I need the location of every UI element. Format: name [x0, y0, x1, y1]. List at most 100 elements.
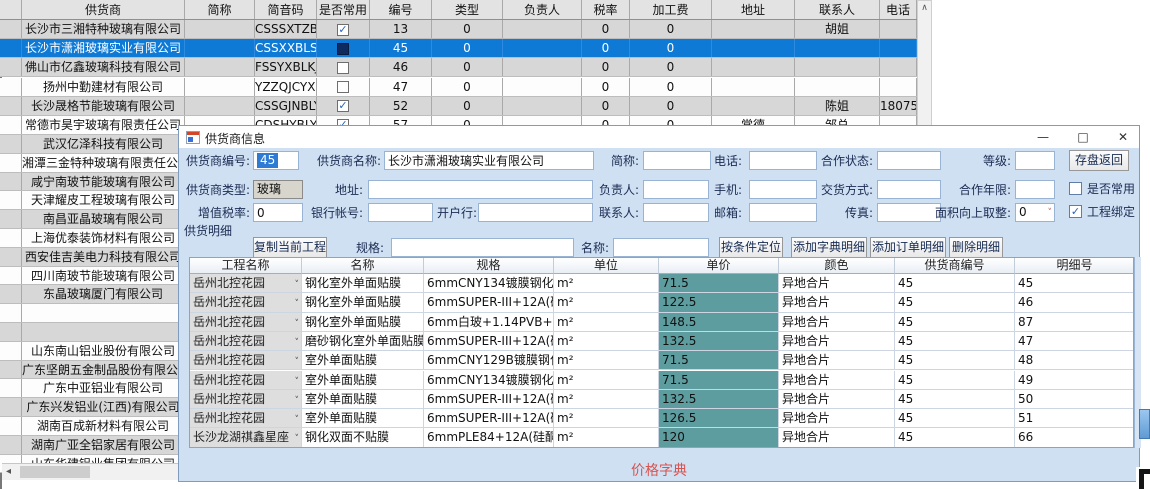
- table-row[interactable]: 长沙龙湖祺鑫星座˅钢化双面不贴膜6mmPLE84+12A(硅酮胶...m²120…: [190, 428, 1134, 447]
- name-cell[interactable]: 室外单面贴膜: [302, 409, 424, 428]
- checkbox[interactable]: ✓: [337, 24, 349, 36]
- mobile-field[interactable]: [749, 180, 817, 199]
- column-header[interactable]: 联系人: [795, 0, 880, 19]
- unit-cell[interactable]: m²: [554, 428, 659, 447]
- project-combo-cell[interactable]: 岳州北控花园˅: [190, 390, 302, 409]
- color-cell[interactable]: 异地合片: [779, 371, 895, 390]
- list-item[interactable]: 南昌亚晶玻璃有限公司: [0, 210, 185, 229]
- list-item[interactable]: 湖南百成新材料有限公司: [0, 417, 185, 436]
- price-cell[interactable]: 148.5: [659, 313, 779, 332]
- table-cell[interactable]: [185, 39, 255, 57]
- spec-cell[interactable]: 6mmSUPER-III+12A(硅...: [424, 409, 554, 428]
- table-cell[interactable]: [795, 78, 880, 96]
- price-cell[interactable]: 126.5: [659, 409, 779, 428]
- list-item[interactable]: 广东中亚铝业有限公司: [0, 379, 185, 398]
- name-cell[interactable]: 室外单面贴膜: [302, 390, 424, 409]
- supplier-name-cell[interactable]: [22, 304, 185, 322]
- project-combo-cell[interactable]: 长沙龙湖祺鑫星座˅: [190, 428, 302, 447]
- common-use-cell[interactable]: ✓: [317, 97, 370, 115]
- name-cell[interactable]: 钢化室外单面贴膜: [302, 293, 424, 312]
- list-item[interactable]: 广东坚朗五金制品股份有限公司: [0, 361, 185, 380]
- table-row[interactable]: 扬州中勤建材有限公司YZZQJCYXGS47000: [0, 78, 917, 97]
- coop-years-field[interactable]: [1015, 180, 1055, 199]
- list-item[interactable]: 湘潭三金特种玻璃有限责任公司: [0, 154, 185, 173]
- table-cell[interactable]: [712, 20, 795, 38]
- supplier-name-cell[interactable]: 天津耀皮工程玻璃有限公司: [22, 191, 185, 209]
- table-row[interactable]: 岳州北控花园˅室外单面贴膜6mmCNY129B镀膜钢化m²71.5异地合片454…: [190, 351, 1134, 370]
- color-cell[interactable]: 异地合片: [779, 409, 895, 428]
- email-field[interactable]: [749, 203, 817, 222]
- bank-account-field[interactable]: [368, 203, 433, 222]
- project-combo-cell[interactable]: 岳州北控花园˅: [190, 351, 302, 370]
- supplier-name-cell[interactable]: 武汉亿泽科技有限公司: [22, 135, 185, 153]
- price-cell[interactable]: 71.5: [659, 351, 779, 370]
- table-cell[interactable]: [712, 78, 795, 96]
- name-cell[interactable]: 钢化室外单面贴膜: [302, 274, 424, 293]
- column-header[interactable]: 类型: [432, 0, 503, 19]
- supplier-id-cell[interactable]: 45: [895, 351, 1015, 370]
- column-header[interactable]: 简称: [185, 0, 255, 19]
- table-cell[interactable]: 0: [582, 20, 630, 38]
- supplier-id-cell[interactable]: 45: [895, 371, 1015, 390]
- supplier-name-cell[interactable]: 湖南广亚全铝家居有限公司: [22, 436, 185, 454]
- supplier-name-cell[interactable]: 上海优泰装饰材料有限公司: [22, 229, 185, 247]
- table-cell[interactable]: [185, 78, 255, 96]
- table-cell[interactable]: 长沙市三湘特种玻璃有限公司: [22, 20, 185, 38]
- unit-cell[interactable]: m²: [554, 351, 659, 370]
- detail-id-cell[interactable]: 87: [1015, 313, 1134, 332]
- color-cell[interactable]: 异地合片: [779, 390, 895, 409]
- table-cell[interactable]: 陈姐: [795, 97, 880, 115]
- supplier-name-field[interactable]: [384, 151, 594, 170]
- supplier-id-cell[interactable]: 45: [895, 293, 1015, 312]
- copy-current-project-button[interactable]: 复制当前工程: [253, 237, 327, 258]
- spec-cell[interactable]: 6mmPLE84+12A(硅酮胶...: [424, 428, 554, 447]
- close-button[interactable]: ✕: [1108, 126, 1138, 148]
- table-cell[interactable]: 180751: [880, 97, 917, 115]
- supplier-name-cell[interactable]: 广东坚朗五金制品股份有限公司: [22, 361, 185, 379]
- color-cell[interactable]: 异地合片: [779, 428, 895, 447]
- column-header[interactable]: 加工费: [630, 0, 712, 19]
- name-filter-input[interactable]: [613, 238, 709, 257]
- table-cell[interactable]: [503, 39, 582, 57]
- color-cell[interactable]: 异地合片: [779, 351, 895, 370]
- table-cell[interactable]: 0: [582, 78, 630, 96]
- table-cell[interactable]: 46: [370, 58, 432, 76]
- detail-id-cell[interactable]: 49: [1015, 371, 1134, 390]
- column-header[interactable]: 是否常用: [317, 0, 370, 19]
- table-cell[interactable]: [880, 20, 917, 38]
- scroll-up-icon[interactable]: ∧: [918, 1, 931, 16]
- dialog-title-bar[interactable]: 供货商信息 — □ ✕: [179, 126, 1139, 148]
- supplier-name-cell[interactable]: 山东南山铝业股份有限公司: [22, 342, 185, 360]
- table-cell[interactable]: [880, 78, 917, 96]
- coop-status-field[interactable]: [877, 151, 941, 170]
- unit-cell[interactable]: m²: [554, 313, 659, 332]
- project-combo-cell[interactable]: 岳州北控花园˅: [190, 332, 302, 351]
- column-header[interactable]: 工程名称: [190, 258, 302, 274]
- table-cell[interactable]: 0: [432, 20, 503, 38]
- table-row[interactable]: 岳州北控花园˅钢化室外单面贴膜6mm白玻+1.14PVB+6mm...m²148…: [190, 313, 1134, 332]
- table-cell[interactable]: [185, 20, 255, 38]
- manager-field[interactable]: [643, 180, 709, 199]
- name-cell[interactable]: 钢化双面不贴膜: [302, 428, 424, 447]
- scrollbar-thumb[interactable]: [20, 466, 90, 478]
- spec-cell[interactable]: 6mmCNY129B镀膜钢化: [424, 351, 554, 370]
- spec-cell[interactable]: 6mm白玻+1.14PVB+6mm...: [424, 313, 554, 332]
- unit-cell[interactable]: m²: [554, 409, 659, 428]
- table-cell[interactable]: 扬州中勤建材有限公司: [22, 78, 185, 96]
- table-cell[interactable]: [712, 97, 795, 115]
- detail-id-cell[interactable]: 51: [1015, 409, 1134, 428]
- price-cell[interactable]: 71.5: [659, 371, 779, 390]
- delivery-method-field[interactable]: [877, 180, 941, 199]
- scroll-left-icon[interactable]: ◂: [6, 464, 11, 480]
- unit-cell[interactable]: m²: [554, 371, 659, 390]
- supplier-name-cell[interactable]: 湘潭三金特种玻璃有限责任公司: [22, 154, 185, 172]
- table-cell[interactable]: 0: [432, 58, 503, 76]
- table-cell[interactable]: 长沙晟格节能玻璃有限公司: [22, 97, 185, 115]
- add-dictionary-detail-button[interactable]: 添加字典明细: [791, 237, 867, 258]
- short-name-field[interactable]: [643, 151, 711, 170]
- column-header[interactable]: 负责人: [503, 0, 582, 19]
- column-header[interactable]: 地址: [712, 0, 795, 19]
- price-cell[interactable]: 132.5: [659, 332, 779, 351]
- locate-by-condition-button[interactable]: 按条件定位: [719, 237, 783, 258]
- table-cell[interactable]: [712, 58, 795, 76]
